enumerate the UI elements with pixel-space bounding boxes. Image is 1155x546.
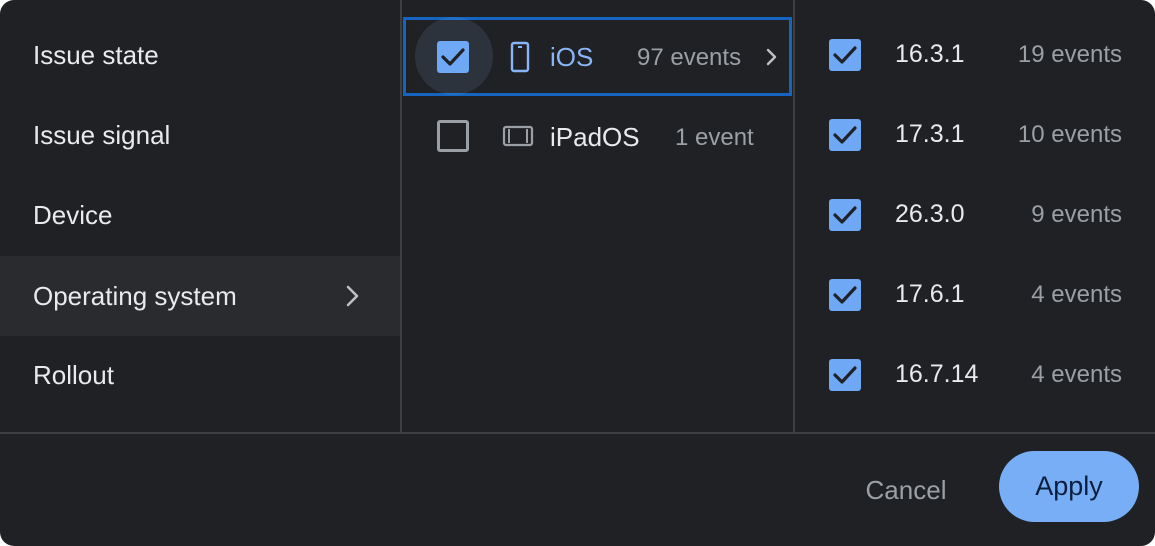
version-checkbox[interactable]	[829, 279, 861, 311]
category-label: Issue signal	[33, 119, 171, 150]
category-item-device[interactable]: Device	[0, 175, 400, 255]
checkmark-icon	[833, 206, 857, 224]
phone-icon	[510, 41, 530, 73]
ipados-checkbox[interactable]	[437, 120, 469, 152]
filter-dialog: Issue state Issue signal Device Operatin…	[0, 0, 1155, 546]
column-divider	[400, 0, 402, 432]
os-name: iPadOS	[550, 122, 640, 152]
column-divider	[793, 0, 795, 432]
version-count: 19 events	[1017, 41, 1122, 68]
version-name: 17.3.1	[895, 120, 965, 148]
os-count: 1 event	[675, 124, 754, 151]
version-name: 16.7.14	[895, 360, 979, 388]
ios-checkbox[interactable]	[437, 41, 469, 73]
category-item-issue-state[interactable]: Issue state	[0, 15, 400, 95]
version-name: 16.3.1	[895, 40, 965, 68]
version-count: 4 events	[1031, 281, 1122, 308]
category-label: Rollout	[33, 359, 114, 390]
version-option[interactable]: 26.3.0 9 events	[796, 176, 1155, 256]
os-option-ios[interactable]: iOS 97 events	[403, 17, 792, 96]
version-checkbox[interactable]	[829, 39, 861, 71]
version-option[interactable]: 17.3.1 10 events	[796, 96, 1155, 176]
version-checkbox[interactable]	[829, 199, 861, 231]
version-count: 10 events	[1017, 121, 1122, 148]
version-checkbox[interactable]	[829, 119, 861, 151]
version-checkbox[interactable]	[829, 359, 861, 391]
version-count: 9 events	[1031, 201, 1122, 228]
category-label: Operating system	[33, 280, 237, 311]
footer-divider	[0, 432, 1155, 434]
category-item-operating-system[interactable]: Operating system	[0, 256, 400, 336]
category-item-rollout[interactable]: Rollout	[0, 335, 400, 415]
version-name: 26.3.0	[895, 200, 965, 228]
version-option[interactable]: 17.6.1 4 events	[796, 256, 1155, 336]
os-option-ipados[interactable]: iPadOS 1 event	[403, 96, 792, 176]
checkmark-icon	[833, 126, 857, 144]
version-count: 4 events	[1031, 361, 1122, 388]
version-name: 17.6.1	[895, 280, 965, 308]
version-option[interactable]: 16.7.14 4 events	[796, 336, 1155, 416]
chevron-right-icon	[766, 48, 777, 66]
checkmark-icon	[833, 366, 857, 384]
os-name: iOS	[550, 42, 594, 72]
cancel-button[interactable]: Cancel	[845, 466, 967, 514]
category-label: Device	[33, 199, 113, 230]
category-label: Issue state	[33, 39, 159, 70]
category-item-issue-signal[interactable]: Issue signal	[0, 95, 400, 175]
checkmark-icon	[441, 48, 465, 66]
apply-button[interactable]: Apply	[999, 451, 1139, 522]
checkmark-icon	[833, 286, 857, 304]
os-count: 97 events	[637, 44, 742, 71]
tablet-icon	[502, 125, 534, 147]
version-option[interactable]: 16.3.1 19 events	[796, 16, 1155, 96]
chevron-right-icon	[346, 285, 359, 307]
category-list: Issue state Issue signal Device Operatin…	[0, 0, 400, 432]
checkmark-icon	[833, 46, 857, 64]
